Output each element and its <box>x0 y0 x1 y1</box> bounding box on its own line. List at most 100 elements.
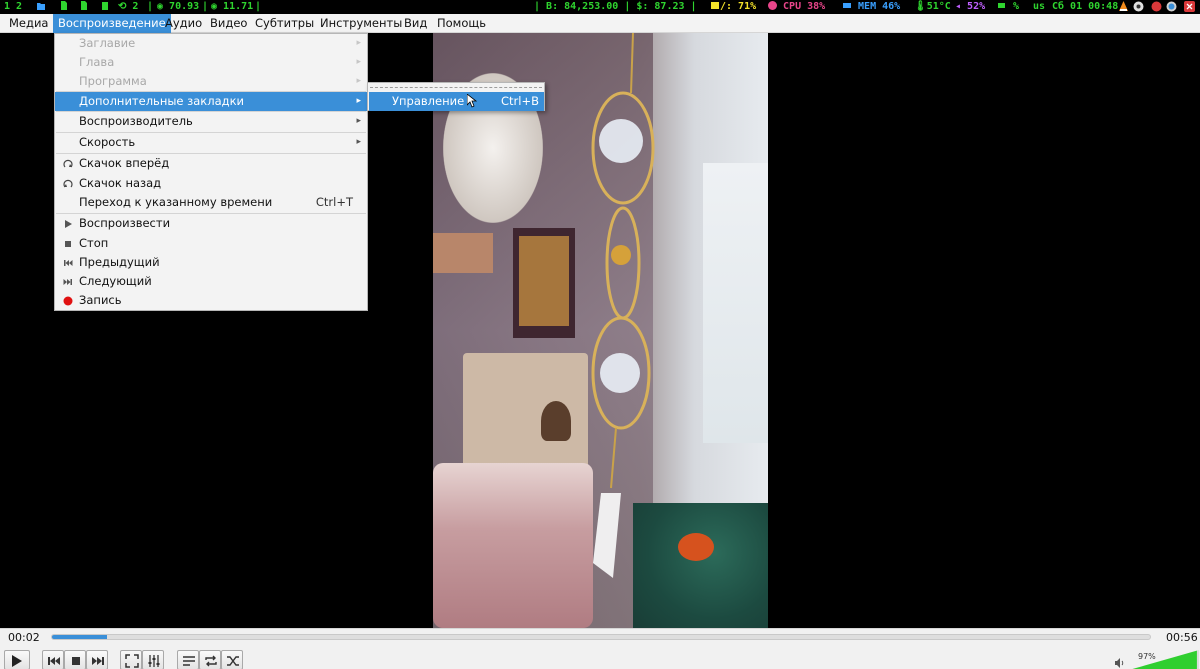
temperature-value: 51°C <box>926 1 951 12</box>
disk-icon <box>711 2 719 9</box>
bookmarks-submenu: Управление Ctrl+B <box>367 82 545 111</box>
menu-item-program-label: Программа <box>79 74 147 88</box>
loop-icon <box>205 655 217 667</box>
previous-icon <box>64 260 73 266</box>
menu-item-renderer-label: Воспроизводитель <box>79 114 193 128</box>
seek-bar[interactable] <box>51 634 1151 640</box>
chevron-right-icon: ▸ <box>356 76 361 86</box>
clock[interactable]: Сб 01 00:48 <box>1052 1 1118 13</box>
cpu-value: CPU 38% <box>783 1 826 12</box>
next-icon <box>63 279 72 285</box>
separator-1: | <box>147 1 154 12</box>
memory-icon <box>843 3 851 8</box>
volume-status[interactable]: ◂ 52% <box>955 1 985 13</box>
chevron-right-icon: ▸ <box>356 116 361 126</box>
menu-item-title: Заглавие ▸ <box>55 34 367 53</box>
volume-slider-fill <box>1132 650 1197 669</box>
menu-tools[interactable]: Инструменты <box>315 14 407 33</box>
menu-item-jump-backward-label: Скачок назад <box>79 176 162 190</box>
load-average-1: ◉ 70.93 <box>157 1 200 12</box>
document-icon[interactable] <box>80 1 89 13</box>
battery-status: % <box>998 1 1019 13</box>
loop-button[interactable] <box>199 650 221 669</box>
system-status-bar: 1 2 ⟲ 2 | ◉ 70.93 | ◉ 11.71 | | B: 84,25… <box>0 0 1200 14</box>
update-counter[interactable]: ⟲ 2 <box>118 1 138 13</box>
submenu-item-manage[interactable]: Управление Ctrl+B <box>369 92 544 111</box>
menu-item-goto-time-label: Переход к указанному времени <box>79 195 273 209</box>
update-count: 2 <box>132 1 139 12</box>
play-icon <box>12 655 22 667</box>
stop-button[interactable] <box>64 650 86 669</box>
crypto-values: B: 84,253.00 | $: 87.23 <box>546 1 685 12</box>
keyboard-layout[interactable]: us <box>1033 1 1045 13</box>
menu-playback[interactable]: Воспроизведение <box>53 14 171 33</box>
workspace-switcher[interactable]: 1 2 <box>4 1 22 13</box>
menu-subtitles[interactable]: Субтитры <box>250 14 319 33</box>
shuffle-icon <box>227 656 239 666</box>
chevron-right-icon: ▸ <box>356 137 361 147</box>
menu-item-speed[interactable]: Скорость ▸ <box>55 133 367 152</box>
menu-item-bookmarks[interactable]: Дополнительные закладки ▸ <box>55 92 367 111</box>
jump-backward-icon <box>63 179 73 188</box>
fullscreen-button[interactable] <box>120 650 142 669</box>
play-icon <box>65 220 72 228</box>
menu-item-renderer[interactable]: Воспроизводитель ▸ <box>55 112 367 131</box>
fullscreen-icon <box>125 654 139 668</box>
file-icon[interactable] <box>60 1 69 13</box>
menu-item-next[interactable]: Следующий <box>55 272 367 291</box>
tear-off-line[interactable] <box>370 87 542 88</box>
playback-menu: Заглавие ▸ Глава ▸ Программа ▸ Дополните… <box>54 33 368 311</box>
menu-help[interactable]: Помощь <box>432 14 491 33</box>
loadavg-1-value: 70.93 <box>169 1 200 12</box>
volume-slider[interactable] <box>1129 650 1199 669</box>
volume-control[interactable]: 97% <box>1110 650 1200 669</box>
menu-media[interactable]: Медиа <box>4 14 53 33</box>
chevron-right-icon: ▸ <box>356 96 361 106</box>
menu-audio[interactable]: Аудио <box>160 14 207 33</box>
cpu-icon <box>768 1 777 10</box>
menu-item-title-label: Заглавие <box>79 36 136 50</box>
stop-icon <box>65 241 71 247</box>
menu-item-goto-time[interactable]: Переход к указанному времени Ctrl+T <box>55 193 367 212</box>
menu-item-chapter: Глава ▸ <box>55 53 367 72</box>
menu-video[interactable]: Видео <box>205 14 252 33</box>
menu-item-previous-label: Предыдущий <box>79 255 160 269</box>
video-frame[interactable] <box>433 33 768 628</box>
menu-item-jump-forward[interactable]: Скачок вперёд <box>55 154 367 173</box>
menu-bar: Медиа Воспроизведение Аудио Видео Субтит… <box>0 14 1200 33</box>
menu-item-speed-label: Скорость <box>79 135 136 149</box>
menu-item-jump-backward[interactable]: Скачок назад <box>55 174 367 193</box>
menu-item-bookmarks-label: Дополнительные закладки <box>79 94 245 108</box>
menu-item-program: Программа ▸ <box>55 72 367 91</box>
separator-3: | <box>255 1 262 12</box>
speaker-icon[interactable] <box>1114 657 1126 669</box>
menu-item-next-label: Следующий <box>79 274 152 288</box>
cpu-usage: CPU 38% <box>768 1 825 13</box>
playlist-button[interactable] <box>177 650 199 669</box>
play-button[interactable] <box>4 650 30 669</box>
load-average-2: ◉ 11.71 <box>211 1 254 12</box>
mouse-cursor-icon <box>467 94 477 108</box>
battery-value: % <box>1013 1 1020 12</box>
menu-item-stop[interactable]: Стоп <box>55 234 367 253</box>
folder-icon[interactable] <box>37 1 46 13</box>
extended-settings-button[interactable] <box>142 650 164 669</box>
menu-item-play-label: Воспроизвести <box>79 216 171 230</box>
menu-item-record[interactable]: Запись <box>55 291 367 310</box>
seek-bar-fill <box>52 635 107 639</box>
total-time: 00:56 <box>1166 631 1198 644</box>
next-button[interactable] <box>86 650 108 669</box>
menu-view[interactable]: Вид <box>399 14 432 33</box>
temperature: 🌡51°C <box>914 1 951 12</box>
volume-value: 52% <box>967 1 986 12</box>
next-icon <box>92 657 104 665</box>
menu-item-previous[interactable]: Предыдущий <box>55 253 367 272</box>
trash-icon[interactable] <box>101 1 110 13</box>
menu-item-jump-forward-label: Скачок вперёд <box>79 156 170 170</box>
record-icon <box>63 296 73 306</box>
shuffle-button[interactable] <box>221 650 243 669</box>
previous-button[interactable] <box>42 650 64 669</box>
loadavg-2-value: 11.71 <box>223 1 254 12</box>
menu-item-play[interactable]: Воспроизвести <box>55 214 367 233</box>
elapsed-time: 00:02 <box>8 631 40 644</box>
